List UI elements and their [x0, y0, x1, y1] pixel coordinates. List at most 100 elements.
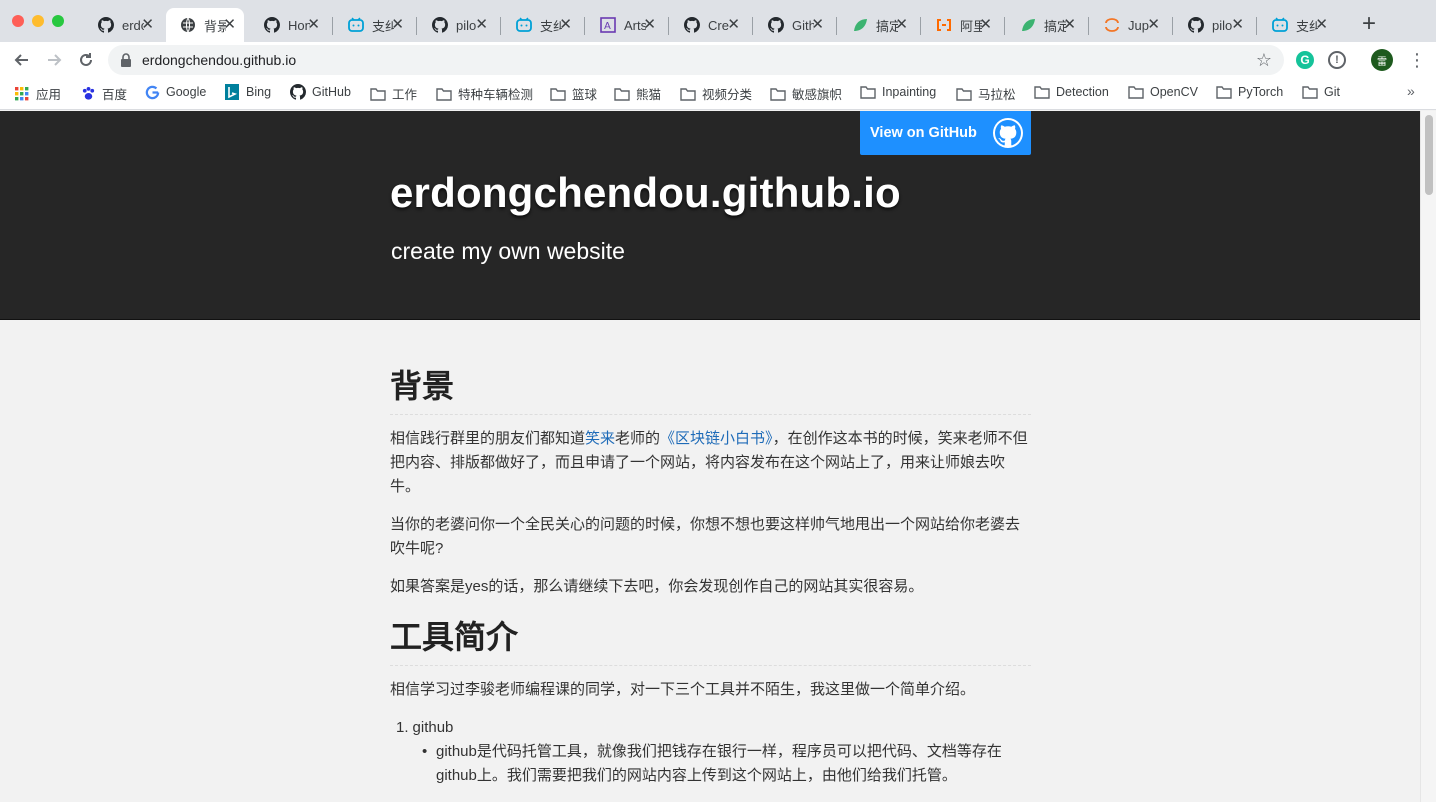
- tab-close-icon[interactable]: ✕: [1315, 17, 1328, 33]
- tab-close-icon[interactable]: ✕: [979, 17, 992, 33]
- new-tab-button[interactable]: +: [1362, 12, 1376, 36]
- folder-icon: [436, 86, 452, 102]
- bookmark-label: 百度: [102, 88, 128, 102]
- browser-tab[interactable]: Jup ✕: [1090, 8, 1168, 42]
- bookmark-item[interactable]: 百度: [80, 84, 127, 103]
- bookmark-item[interactable]: Google: [144, 84, 206, 100]
- folder-icon: [680, 86, 696, 102]
- bookmark-item[interactable]: 工作: [370, 84, 417, 103]
- tab-close-icon[interactable]: ✕: [559, 17, 572, 33]
- browser-tab[interactable]: Gith ✕: [754, 8, 832, 42]
- bookmark-label: OpenCV: [1150, 85, 1198, 99]
- bookmark-item[interactable]: Inpainting: [860, 84, 936, 100]
- bookmark-item[interactable]: 应用: [14, 84, 61, 103]
- forward-button[interactable]: [44, 50, 64, 70]
- close-window-button[interactable]: [12, 15, 24, 27]
- paragraph-4: 相信学习过李骏老师编程课的同学，对一下三个工具并不陌生，我这里做一个简单介绍。: [390, 681, 976, 698]
- tab-separator: [1004, 17, 1005, 35]
- browser-tab[interactable]: pilo ✕: [1174, 8, 1252, 42]
- list-item-label: github: [412, 719, 454, 736]
- view-on-github-button[interactable]: View on GitHub: [860, 111, 1031, 155]
- browser-menu-icon[interactable]: ⋮: [1408, 50, 1426, 70]
- browser-tab[interactable]: 搞定 ✕: [1006, 8, 1084, 42]
- bookmark-item[interactable]: 特种车辆检测: [436, 84, 533, 103]
- browser-tab[interactable]: 搞定 ✕: [838, 8, 916, 42]
- tab-close-icon[interactable]: ✕: [643, 17, 656, 33]
- tab-separator: [332, 17, 333, 35]
- bookmark-item[interactable]: 敏感旗帜: [770, 84, 842, 103]
- browser-tab[interactable]: 阿里 ✕: [922, 8, 1000, 42]
- bookmark-item[interactable]: Detection: [1034, 84, 1109, 100]
- arrow-right-icon: [48, 54, 62, 66]
- paragraph-1: 相信践行群里的朋友们都知道笑来老师的《区块链小白书》，在创作这本书的时候，笑来老…: [390, 427, 1031, 499]
- tab-separator: [1172, 17, 1173, 35]
- url-text: erdongchendou.github.io: [142, 52, 297, 68]
- tab-close-icon[interactable]: ✕: [223, 17, 236, 33]
- tab-close-icon[interactable]: ✕: [307, 17, 320, 33]
- bookmark-item[interactable]: GitHub: [290, 84, 351, 100]
- tab-close-icon[interactable]: ✕: [1063, 17, 1076, 33]
- bookmarks-overflow-button[interactable]: »: [1407, 83, 1415, 99]
- tab-close-icon[interactable]: ✕: [391, 17, 404, 33]
- globe-icon: [180, 17, 196, 33]
- browser-tab[interactable]: Cre ✕: [670, 8, 748, 42]
- view-on-github-label: View on GitHub: [870, 125, 977, 141]
- bookmark-item[interactable]: PyTorch: [1216, 84, 1283, 100]
- minimize-window-button[interactable]: [32, 15, 44, 27]
- browser-tab[interactable]: 支纠 ✕: [502, 8, 580, 42]
- bookmark-label: 应用: [36, 88, 62, 102]
- bookmark-label: Git: [1324, 85, 1340, 99]
- scrollbar-thumb[interactable]: [1425, 115, 1433, 195]
- browser-tab[interactable]: 背景 ✕: [166, 8, 244, 42]
- reload-button[interactable]: [76, 50, 96, 70]
- tab-separator: [1256, 17, 1257, 35]
- tab-close-icon[interactable]: ✕: [727, 17, 740, 33]
- tab-close-icon[interactable]: ✕: [475, 17, 488, 33]
- address-bar[interactable]: erdongchendou.github.io ☆: [108, 45, 1284, 75]
- folder-icon: [1216, 84, 1232, 100]
- page-scrollbar[interactable]: [1420, 111, 1436, 802]
- bookmark-label: 篮球: [572, 88, 598, 102]
- site-header: View on GitHub erdongchendou.github.io c…: [0, 111, 1420, 320]
- tab-strip: erdo✕背景✕Hon✕支纠✕pilo✕支纠✕AArts✕Cre✕Gith✕搞定…: [0, 0, 1436, 42]
- tab-close-icon[interactable]: ✕: [141, 17, 154, 33]
- bookmark-item[interactable]: 熊猫: [614, 84, 661, 103]
- bookmark-item[interactable]: OpenCV: [1128, 84, 1198, 100]
- bing-icon: [224, 84, 240, 100]
- tab-close-icon[interactable]: ✕: [1231, 17, 1244, 33]
- bookmark-label: Detection: [1056, 85, 1109, 99]
- browser-tab[interactable]: 支纠 ✕: [1258, 8, 1336, 42]
- browser-tab[interactable]: erdo✕: [84, 8, 162, 42]
- tab-close-icon[interactable]: ✕: [1147, 17, 1160, 33]
- tab-close-icon[interactable]: ✕: [895, 17, 908, 33]
- back-button[interactable]: [12, 50, 32, 70]
- link-xiaolai[interactable]: 笑来: [585, 430, 615, 447]
- bookmark-item[interactable]: 马拉松: [956, 84, 1016, 103]
- bookmark-star-icon[interactable]: ☆: [1256, 50, 1272, 71]
- bookmark-label: 特种车辆检测: [458, 88, 534, 102]
- tab-close-icon[interactable]: ✕: [811, 17, 824, 33]
- browser-tab[interactable]: Hon ✕: [250, 8, 328, 42]
- lock-icon: [121, 53, 131, 67]
- bookmark-item[interactable]: Git: [1302, 84, 1340, 100]
- bookmark-item[interactable]: Bing: [224, 84, 271, 100]
- link-blockchain-book[interactable]: 《区块链小白书》: [660, 430, 773, 447]
- profile-avatar[interactable]: 雷: [1371, 49, 1393, 71]
- bookmark-item[interactable]: 篮球: [550, 84, 597, 103]
- github-icon: [264, 17, 280, 33]
- tab-separator: [1088, 17, 1089, 35]
- list-item-number: 1.: [396, 719, 409, 736]
- info-extension-icon[interactable]: !: [1328, 51, 1346, 69]
- bookmark-label: Bing: [246, 85, 272, 99]
- bilibili-icon: [348, 17, 364, 33]
- folder-icon: [614, 86, 630, 102]
- folder-icon: [1302, 84, 1318, 100]
- browser-tab[interactable]: A Arts ✕: [586, 8, 664, 42]
- browser-tab[interactable]: pilo ✕: [418, 8, 496, 42]
- bookmark-item[interactable]: 视频分类: [680, 84, 752, 103]
- folder-icon: [770, 86, 786, 102]
- zoom-window-button[interactable]: [52, 15, 64, 27]
- grammarly-extension-icon[interactable]: G: [1296, 51, 1314, 69]
- bookmark-label: 视频分类: [702, 88, 753, 102]
- browser-tab[interactable]: 支纠 ✕: [334, 8, 412, 42]
